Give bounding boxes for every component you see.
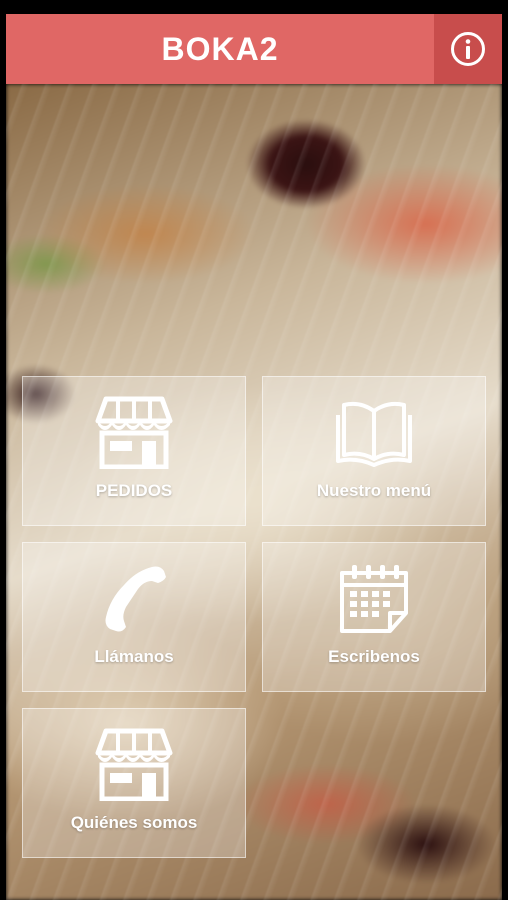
tile-llamanos[interactable]: Llámanos [22,542,246,692]
tile-pedidos[interactable]: PEDIDOS [22,376,246,526]
tile-label: Escribenos [328,647,420,666]
tile-label: Quiénes somos [70,813,198,832]
app-window: BOKA2 PEDIDOS Nuestro menú Llámanos Escr… [6,14,502,900]
info-icon [451,32,485,66]
tile-escribenos[interactable]: Escribenos [262,542,486,692]
store-icon [95,728,173,801]
tile-quienes-somos[interactable]: Quiénes somos [22,708,246,858]
calendar-icon [340,565,408,633]
app-header: BOKA2 [6,14,502,84]
store-icon [95,396,173,469]
tile-label: PEDIDOS [95,481,173,500]
phone-icon [105,566,166,632]
book-icon [336,401,412,467]
app-title: BOKA2 [161,31,279,67]
tile-label: Nuestro menú [316,481,432,500]
phone-screen: BOKA2 PEDIDOS Nuestro menú Llámanos Escr… [0,0,508,900]
tile-label: Llámanos [94,647,174,666]
info-button[interactable] [434,14,502,84]
tile-nuestro-menu[interactable]: Nuestro menú [262,376,486,526]
status-bar [0,0,508,14]
